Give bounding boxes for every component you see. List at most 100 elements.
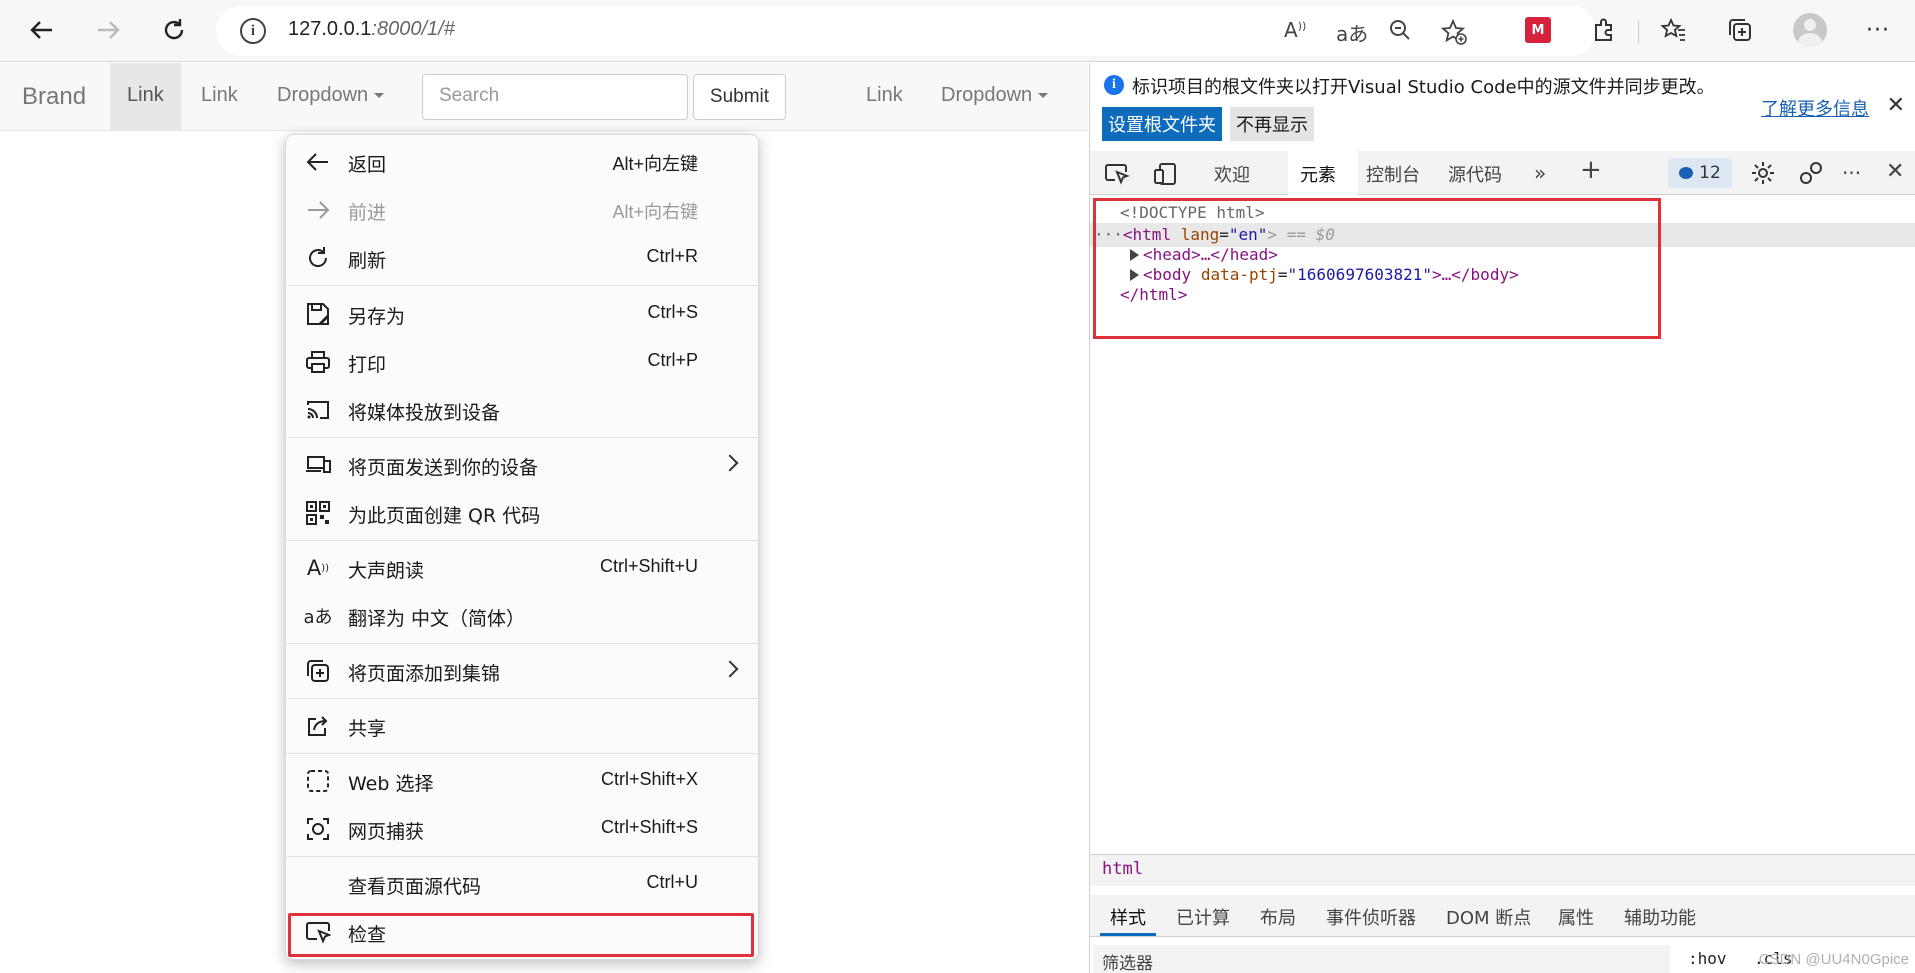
share-icon (303, 711, 333, 741)
tab-welcome[interactable]: 欢迎 (1214, 161, 1250, 187)
menu-item-save-as[interactable]: 另存为 Ctrl+S (286, 292, 758, 336)
menu-item-web-select[interactable]: Web 选择 Ctrl+Shift+X (286, 759, 758, 803)
dom-highlight-box (1093, 198, 1661, 339)
add-tab-icon[interactable]: + (1580, 155, 1602, 185)
menu-item-share[interactable]: 共享 (286, 704, 758, 748)
tab-properties[interactable]: 属性 (1558, 904, 1594, 930)
chevron-right-icon (721, 660, 739, 678)
tab-layout[interactable]: 布局 (1260, 904, 1296, 930)
tab-console[interactable]: 控制台 (1366, 161, 1420, 187)
menu-separator (287, 437, 759, 438)
settings-gear-icon[interactable] (1750, 160, 1776, 191)
menu-separator (287, 540, 759, 541)
tab-sources[interactable]: 源代码 (1448, 161, 1502, 187)
favorite-add-icon[interactable] (1440, 18, 1468, 51)
caret-down-icon (374, 93, 385, 99)
zoom-icon[interactable] (1388, 18, 1412, 47)
read-aloud-icon[interactable]: A)) (1284, 18, 1306, 42)
devices-icon (303, 450, 333, 480)
inspect-element-icon[interactable] (1104, 161, 1130, 192)
address-bar[interactable]: i 127.0.0.1:8000/1/# A)) aあ (216, 6, 1596, 56)
menu-item-print[interactable]: 打印 Ctrl+P (286, 340, 758, 384)
more-options-icon[interactable]: ··· (1842, 161, 1861, 185)
tab-computed[interactable]: 已计算 (1176, 904, 1230, 930)
message-bubble-icon (1679, 167, 1694, 179)
read-aloud-icon: A)) (306, 556, 330, 580)
collections-icon (303, 656, 333, 686)
forward-button[interactable] (88, 10, 128, 50)
qr-code-icon (303, 498, 333, 528)
menu-item-view-source[interactable]: 查看页面源代码 Ctrl+U (286, 862, 758, 906)
set-root-folder-button[interactable]: 设置根文件夹 (1102, 107, 1222, 141)
devtools-panel: i 标识项目的根文件夹以打开Visual Studio Code中的源文件并同步… (1089, 63, 1915, 973)
info-icon: i (1104, 75, 1124, 95)
address-url: 127.0.0.1:8000/1/# (288, 18, 455, 40)
avatar[interactable] (1790, 10, 1830, 50)
dont-show-again-button[interactable]: 不再显示 (1230, 107, 1314, 141)
search-input[interactable]: Search (422, 74, 688, 120)
menu-item-forward[interactable]: 前进 Alt+向右键 (286, 188, 758, 232)
chevron-right-icon (721, 454, 739, 472)
device-emulation-icon[interactable] (1152, 161, 1178, 192)
menu-item-read-aloud[interactable]: A)) 大声朗读 Ctrl+Shift+U (286, 546, 758, 590)
navbar-brand[interactable]: Brand (22, 83, 86, 111)
hov-toggle[interactable]: :hov (1688, 949, 1727, 968)
refresh-icon (164, 19, 184, 40)
close-devtools-icon[interactable]: ✕ (1886, 159, 1904, 184)
menu-item-back[interactable]: 返回 Alt+向左键 (286, 140, 758, 184)
active-tab-underline (1100, 933, 1156, 936)
devtools-tab-bar: 欢迎 元素 控制台 源代码 » + 12 ··· ✕ (1090, 151, 1915, 195)
nav-dropdown-right[interactable]: Dropdown (941, 84, 1049, 107)
refresh-button[interactable] (154, 10, 194, 50)
favorites-icon[interactable] (1654, 10, 1694, 50)
back-button[interactable] (22, 10, 62, 50)
menu-separator (287, 753, 759, 754)
more-menu-icon[interactable]: ··· (1858, 10, 1898, 50)
menu-item-cast[interactable]: 将媒体投放到设备 (286, 388, 758, 432)
menu-item-web-capture[interactable]: 网页捕获 Ctrl+Shift+S (286, 807, 758, 851)
tab-event-listeners[interactable]: 事件侦听器 (1326, 904, 1416, 930)
nav-link-right[interactable]: Link (866, 84, 903, 107)
menu-separator (287, 856, 759, 857)
menu-item-send-to-devices[interactable]: 将页面发送到你的设备 (286, 443, 758, 487)
translate-icon: aあ (303, 607, 333, 628)
filter-input[interactable]: 筛选器 (1094, 945, 1670, 973)
close-infobar-icon[interactable]: ✕ (1887, 93, 1905, 118)
save-as-icon (303, 299, 333, 329)
menu-item-add-to-collections[interactable]: 将页面添加到集锦 (286, 649, 758, 693)
extensions-icon[interactable] (1584, 10, 1624, 50)
translate-icon[interactable]: aあ (1336, 18, 1368, 47)
extension-red-icon[interactable]: M (1518, 10, 1558, 50)
collections-icon[interactable] (1720, 10, 1760, 50)
menu-item-translate[interactable]: aあ 翻译为 中文（简体） (286, 594, 758, 638)
capture-icon (303, 814, 333, 844)
learn-more-link[interactable]: 了解更多信息 (1761, 95, 1869, 121)
nav-dropdown[interactable]: Dropdown (277, 84, 385, 107)
arrow-right-icon (98, 21, 120, 39)
tab-styles[interactable]: 样式 (1110, 904, 1146, 930)
arrow-left-icon (303, 147, 333, 177)
tab-elements[interactable]: 元素 (1300, 161, 1336, 187)
menu-separator (287, 698, 759, 699)
submit-button[interactable]: Submit (693, 74, 786, 120)
menu-item-qr-code[interactable]: 为此页面创建 QR 代码 (286, 491, 758, 535)
connect-icon[interactable] (1798, 160, 1824, 191)
menu-item-refresh[interactable]: 刷新 Ctrl+R (286, 236, 758, 280)
dom-tree: <!DOCTYPE html> ···<html lang="en"> == $… (1090, 195, 1915, 695)
tab-accessibility[interactable]: 辅助功能 (1624, 904, 1696, 930)
menu-separator (287, 285, 759, 286)
menu-separator (287, 643, 759, 644)
breadcrumb-html[interactable]: html (1102, 859, 1143, 879)
more-tabs-icon[interactable]: » (1534, 161, 1546, 185)
site-info-icon[interactable]: i (240, 18, 266, 44)
toolbar-divider (1638, 20, 1639, 44)
styles-tab-bar: 样式 已计算 布局 事件侦听器 DOM 断点 属性 辅助功能 (1090, 895, 1915, 937)
messages-badge[interactable]: 12 (1668, 158, 1732, 188)
arrow-left-icon (30, 21, 52, 39)
tab-dom-breakpoints[interactable]: DOM 断点 (1446, 904, 1531, 930)
cast-icon (303, 395, 333, 425)
context-menu: 返回 Alt+向左键 前进 Alt+向右键 刷新 Ctrl+R 另存为 Ctrl… (285, 134, 759, 960)
nav-link[interactable]: Link (201, 84, 238, 107)
nav-link-active[interactable]: Link (127, 84, 164, 107)
page-navbar: Brand Link Link Dropdown Search Submit L… (0, 63, 1088, 131)
